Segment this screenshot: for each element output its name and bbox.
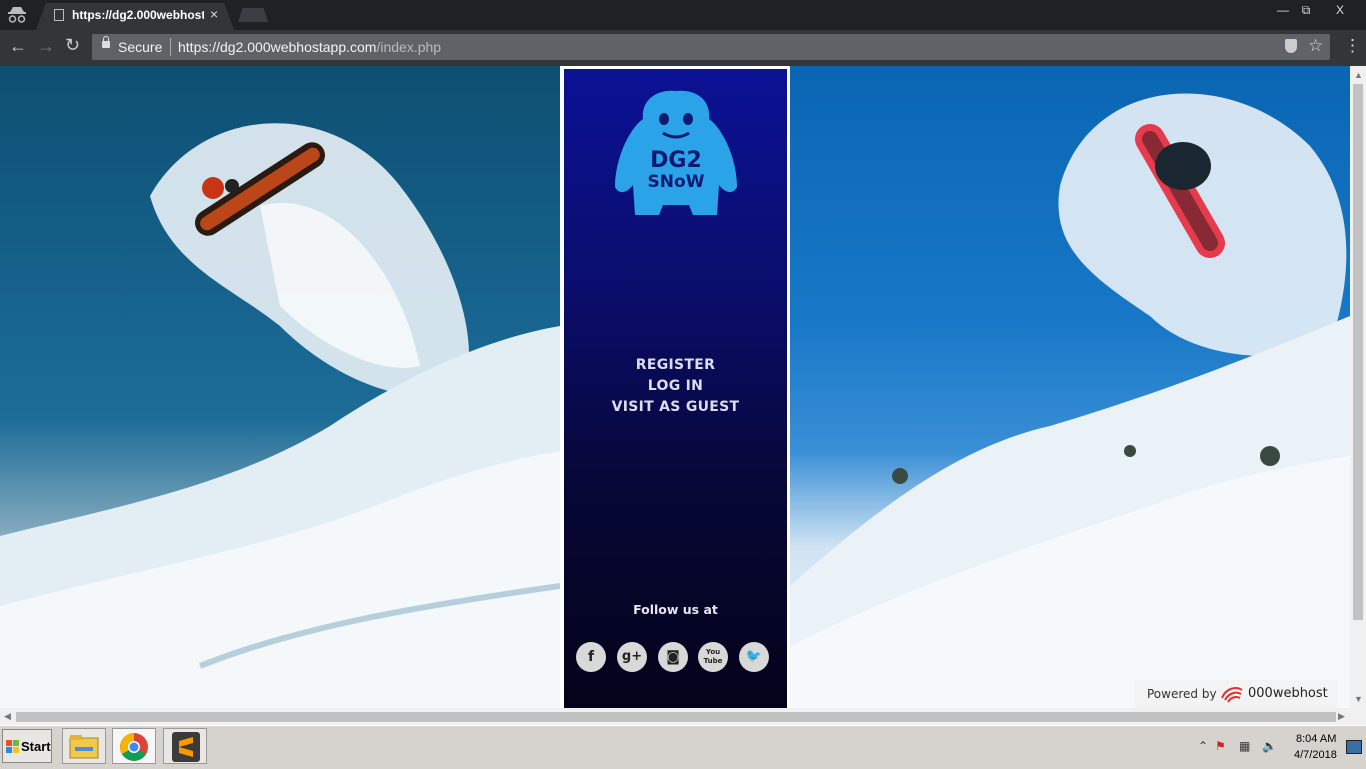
windows-logo-icon: [6, 740, 19, 753]
back-arrow-icon[interactable]: ←: [9, 36, 27, 57]
facebook-icon[interactable]: f: [576, 642, 606, 672]
snowboarder-photo-left: [0, 66, 560, 708]
scroll-up-icon[interactable]: ▲: [1354, 70, 1363, 80]
lock-icon: [102, 36, 110, 48]
logo-line2: SNoW: [648, 172, 705, 192]
webhost-logo-icon: [1220, 684, 1244, 707]
window-close-button[interactable]: X: [1320, 1, 1360, 19]
incognito-icon: [6, 6, 28, 24]
url-text[interactable]: https://dg2.000webhostapp.com/index.php: [178, 39, 441, 55]
window-minimize-button[interactable]: —: [1272, 1, 1294, 19]
show-desktop-icon[interactable]: [1346, 740, 1362, 754]
snowboarder-photo-right: [790, 66, 1350, 708]
register-link[interactable]: REGISTER: [564, 357, 787, 373]
instagram-icon[interactable]: ◙: [658, 642, 688, 672]
center-panel: DG2 SNoW REGISTER LOG IN VISIT AS GUEST …: [564, 69, 787, 708]
minimize-icon: —: [1277, 3, 1289, 17]
extension-shield-icon[interactable]: [1285, 39, 1297, 53]
url-separator: [170, 38, 171, 56]
action-center-warning-icon[interactable]: ⚑: [1215, 739, 1226, 753]
scroll-right-icon[interactable]: ▶: [1338, 711, 1345, 722]
horizontal-scroll-thumb[interactable]: [16, 712, 1336, 722]
powered-by-brand: 000webhost: [1248, 686, 1328, 701]
bookmark-star-icon[interactable]: ☆: [1308, 36, 1323, 56]
start-button[interactable]: Start: [2, 729, 52, 763]
network-icon[interactable]: ▦: [1239, 739, 1250, 753]
volume-icon[interactable]: 🔈: [1262, 739, 1277, 753]
follow-us-label: Follow us at: [633, 602, 718, 617]
page-viewport: DG2 SNoW REGISTER LOG IN VISIT AS GUEST …: [0, 66, 1350, 708]
twitter-icon[interactable]: 🐦: [739, 642, 769, 672]
login-link[interactable]: LOG IN: [564, 378, 787, 394]
page-favicon-icon: [54, 9, 64, 21]
url-host: https://dg2.000webhostapp.com: [178, 39, 377, 55]
file-explorer-icon[interactable]: [62, 728, 106, 764]
forward-arrow-icon[interactable]: →: [37, 36, 55, 57]
vertical-scroll-thumb[interactable]: [1353, 84, 1363, 620]
tray-expand-icon[interactable]: ⌃: [1198, 739, 1208, 753]
browser-menu-icon[interactable]: ⋮: [1344, 36, 1361, 56]
guest-link[interactable]: VISIT AS GUEST: [564, 399, 787, 415]
powered-by-badge[interactable]: Powered by 000webhost: [1134, 680, 1338, 708]
clock-date[interactable]: 4/7/2018: [1294, 749, 1337, 761]
restore-icon: ⧉: [1301, 3, 1311, 17]
sublime-text-icon[interactable]: [163, 728, 207, 764]
url-path: /index.php: [376, 39, 442, 55]
close-icon: X: [1335, 3, 1344, 17]
new-tab-button[interactable]: [238, 8, 268, 22]
tab-title[interactable]: https://dg2.000webhostapp.com/index.php: [72, 8, 204, 22]
powered-by-label: Powered by: [1147, 687, 1217, 701]
start-label: Start: [21, 739, 51, 754]
tab-close-icon[interactable]: ×: [210, 6, 218, 22]
logo-line1: DG2: [650, 148, 702, 173]
scroll-down-icon[interactable]: ▼: [1354, 694, 1363, 704]
window-restore-button[interactable]: ⧉: [1295, 1, 1317, 19]
youtube-icon[interactable]: You Tube: [698, 642, 728, 672]
reload-icon[interactable]: ↻: [65, 35, 80, 56]
google-plus-icon[interactable]: g+: [617, 642, 647, 672]
clock-time[interactable]: 8:04 AM: [1296, 733, 1336, 745]
scroll-left-icon[interactable]: ◀: [4, 711, 11, 722]
dg2-snow-logo[interactable]: DG2 SNoW: [613, 89, 739, 217]
chrome-icon[interactable]: [112, 728, 156, 764]
security-label: Secure: [118, 39, 163, 55]
